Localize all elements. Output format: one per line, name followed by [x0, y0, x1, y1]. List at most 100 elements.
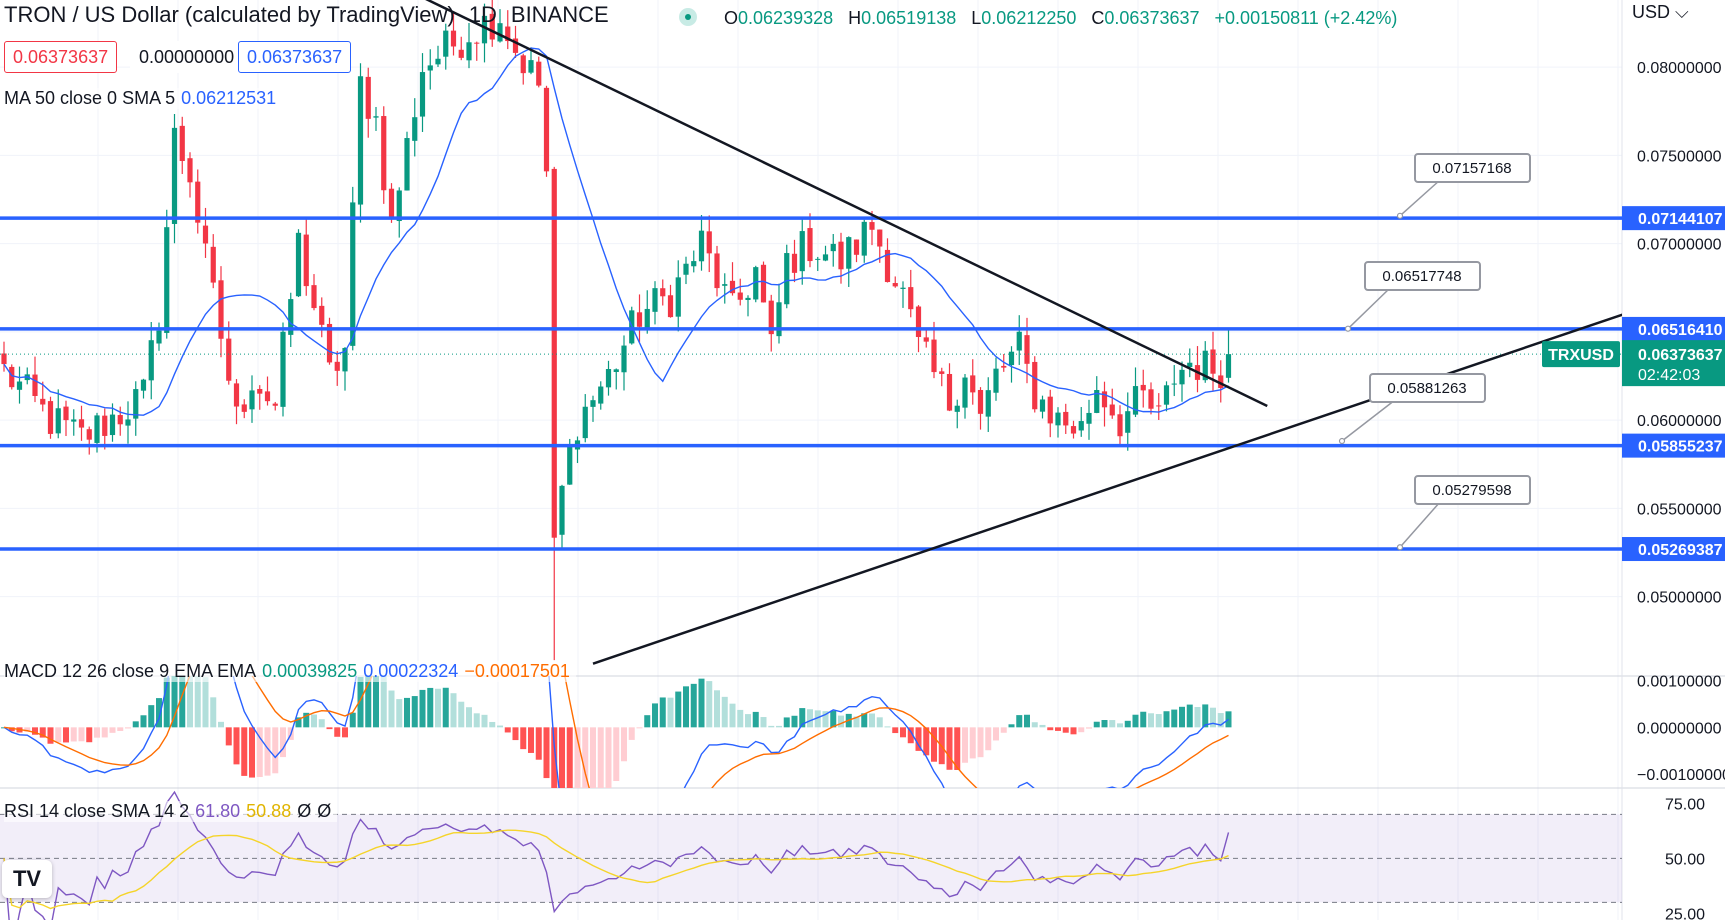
macd-histogram-bar [427, 687, 434, 728]
macd-histogram-bar [807, 709, 813, 728]
price-callout[interactable]: 0.06517748 [1344, 261, 1481, 332]
buy-price-button[interactable]: 0.06373637 [238, 41, 352, 73]
macd-histogram-bar [737, 709, 744, 728]
macd-histogram-bar [1124, 720, 1131, 728]
candle [543, 85, 550, 177]
candle [853, 239, 860, 263]
macd-histogram-bar [63, 727, 69, 743]
candle [815, 256, 821, 271]
macd-histogram-bar [543, 727, 550, 779]
candle [1156, 393, 1162, 420]
macd-histogram-bar [1140, 711, 1147, 728]
price-axis-label: 0.08000000 [1637, 60, 1722, 77]
macd-histogram-bar [675, 691, 682, 728]
macd-histogram-bar [349, 712, 356, 728]
price-callout-label: 0.06517748 [1382, 268, 1461, 285]
candle [985, 377, 991, 432]
macd-histogram-bar [334, 727, 341, 737]
candle [1078, 407, 1084, 437]
macd-histogram-bar [280, 727, 286, 758]
macd-histogram-bar [1070, 727, 1077, 735]
candle [55, 389, 61, 439]
candle [148, 321, 154, 400]
macd-histogram-bar [1186, 704, 1193, 728]
macd-histogram-bar [659, 697, 666, 728]
macd-histogram-bar [466, 707, 472, 728]
macd-histogram-bar [125, 727, 131, 729]
macd-axis[interactable]: 0.00100000 0.00000000 −0.00100000 [1637, 674, 1725, 784]
macd-histogram-bar [667, 697, 674, 728]
macd-histogram-bar [977, 727, 984, 758]
macd-histogram-bar [481, 714, 488, 728]
candle [365, 67, 371, 138]
price-callout[interactable]: 0.05279598 [1396, 475, 1531, 551]
macd-hist-value: 0.00039825 [262, 661, 358, 681]
macd-histogram-bar [745, 714, 751, 728]
macd-histogram-bar [396, 699, 403, 728]
macd-label: MACD 12 26 close 9 EMA EMA [4, 661, 257, 681]
macd-histogram-bar [597, 727, 604, 788]
exchange-label: BINANCE [510, 2, 609, 27]
ma-legend[interactable]: MA 50 close 0 SMA 5 0.06212531 [4, 88, 283, 109]
candle [636, 294, 643, 343]
level-price-badge-label: 0.06516410 [1638, 322, 1723, 339]
macd-histogram-bar [140, 715, 147, 728]
candle [396, 187, 402, 238]
macd-histogram-bar [993, 727, 999, 741]
macd-histogram-bar [752, 711, 759, 728]
macd-histogram-bar [884, 726, 891, 728]
candle [233, 379, 240, 425]
close-value: 0.06373637 [1104, 8, 1200, 28]
candle [373, 106, 379, 131]
candle [187, 152, 193, 198]
symbol-title: TRON / US Dollar (calculated by TradingV… [4, 2, 455, 27]
candle [381, 106, 387, 204]
macd-histogram-bar [218, 721, 224, 728]
candle [892, 276, 898, 288]
interval-label[interactable]: 1D [469, 2, 497, 27]
macd-histogram-bar [419, 689, 426, 728]
rsi-extra-1: Ø [297, 801, 312, 821]
candle [419, 53, 426, 132]
macd-histogram-bar [1031, 722, 1038, 728]
candle [691, 250, 697, 273]
price-axis-label: 0.06000000 [1637, 413, 1722, 430]
candle [683, 256, 689, 285]
macd-histogram-bar [225, 727, 232, 746]
macd-histogram-bar [1225, 711, 1232, 728]
macd-histogram-bar [187, 676, 193, 728]
macd-axis-label: 0.00000000 [1637, 720, 1722, 737]
trading-chart[interactable]: 0.07157168 0.06517748 0.05881263 0.05279598… [0, 0, 1725, 920]
rsi-legend[interactable]: RSI 14 close SMA 14 2 61.80 50.88 Ø Ø [4, 801, 338, 822]
price-callout[interactable]: 0.05881263 [1338, 373, 1486, 445]
rsi-axis-label: 50.00 [1665, 851, 1705, 868]
rsi-axis[interactable]: 75.00 50.00 25.00 [1665, 796, 1705, 920]
macd-histogram-bar [318, 719, 325, 728]
macd-histogram-bar [613, 727, 620, 781]
tradingview-logo-icon[interactable]: TV [2, 860, 52, 898]
candle [171, 113, 178, 244]
macd-histogram-bar [683, 686, 689, 728]
macd-histogram-bar [783, 717, 790, 728]
candle [582, 394, 588, 443]
candle [861, 219, 867, 263]
candle [202, 207, 209, 258]
price-callout[interactable]: 0.07157168 [1396, 153, 1531, 219]
macd-histogram-bar [714, 690, 720, 728]
candle [1194, 346, 1201, 393]
macd-histogram-bar [962, 727, 968, 763]
macd-histogram-bar [489, 721, 496, 728]
grid-lines [0, 0, 1622, 920]
candle [241, 399, 247, 419]
macd-histogram-bar [497, 725, 503, 728]
macd-histogram-bar [1000, 727, 1007, 733]
macd-signal-value: −0.00017501 [464, 661, 570, 681]
currency-selector[interactable]: USD ⌵ [1632, 2, 1689, 23]
candle [536, 56, 542, 88]
candle [63, 400, 69, 437]
sell-price-button[interactable]: 0.06373637 [4, 41, 118, 73]
ma-label: MA 50 close 0 SMA 5 [4, 88, 176, 108]
macd-legend[interactable]: MACD 12 26 close 9 EMA EMA 0.00039825 0.00… [4, 661, 576, 682]
candle [667, 284, 674, 318]
candle [466, 23, 472, 69]
